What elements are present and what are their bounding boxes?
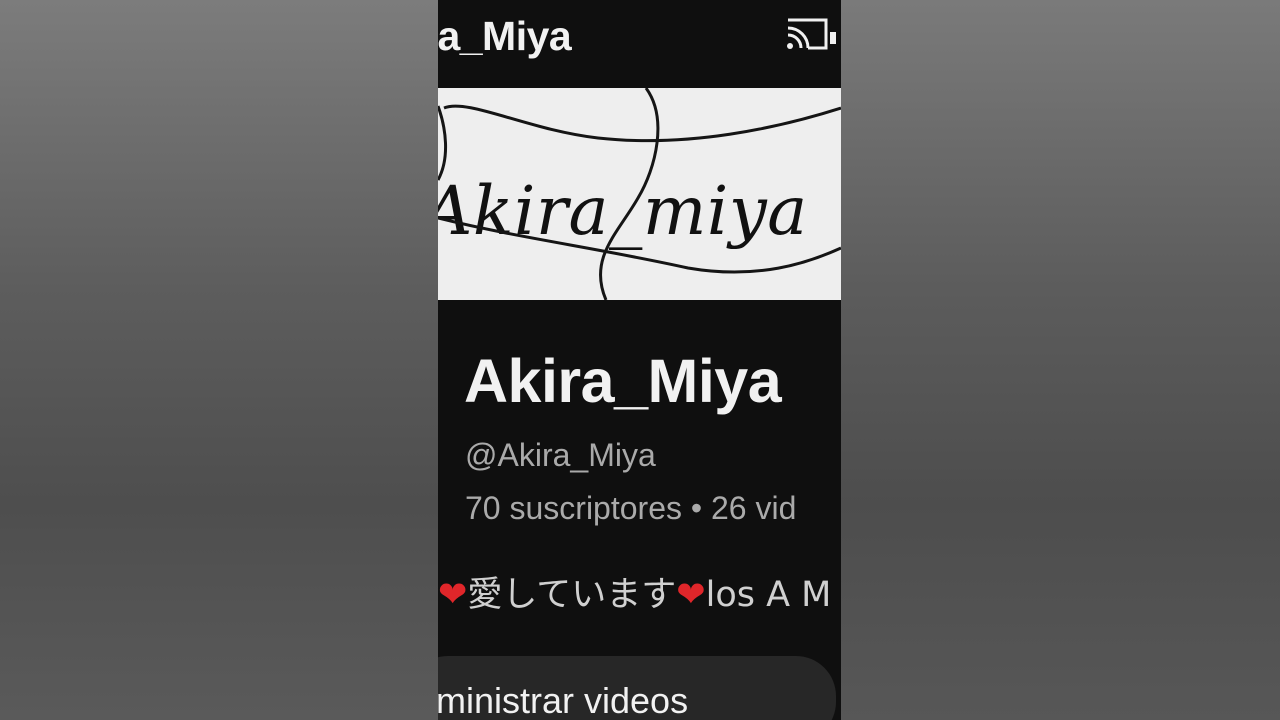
channel-name: Akira_Miya [464,347,782,415]
video-count: 26 vid [710,490,797,526]
banner-scribble-lines [438,88,841,300]
right-backdrop [841,0,1280,720]
stats-separator: • [690,490,703,526]
channel-description[interactable]: ❤愛しています❤los A M [438,566,831,617]
channel-stats: 70 suscriptores • 26 vid [465,490,796,527]
channel-handle: @Akira_Miya [465,437,656,473]
subscriber-count: 70 suscriptores [465,490,682,526]
manage-videos-label: ministrar videos [438,680,689,720]
cast-icon [787,18,836,50]
description-es-text: los A M [705,575,832,615]
top-app-bar: ra_Miya [438,0,841,84]
phone-screen: ra_Miya Akira_miya Akira_Miya @Akira_Miy… [438,0,841,720]
left-backdrop [0,0,438,720]
channel-banner: Akira_miya [438,88,841,300]
manage-videos-button[interactable]: ministrar videos [438,656,836,720]
heart-icon: ❤ [676,575,706,615]
heart-icon: ❤ [438,575,468,615]
header-title: ra_Miya [438,13,572,59]
description-jp-text: 愛しています [467,575,677,615]
cast-button[interactable] [784,14,836,58]
